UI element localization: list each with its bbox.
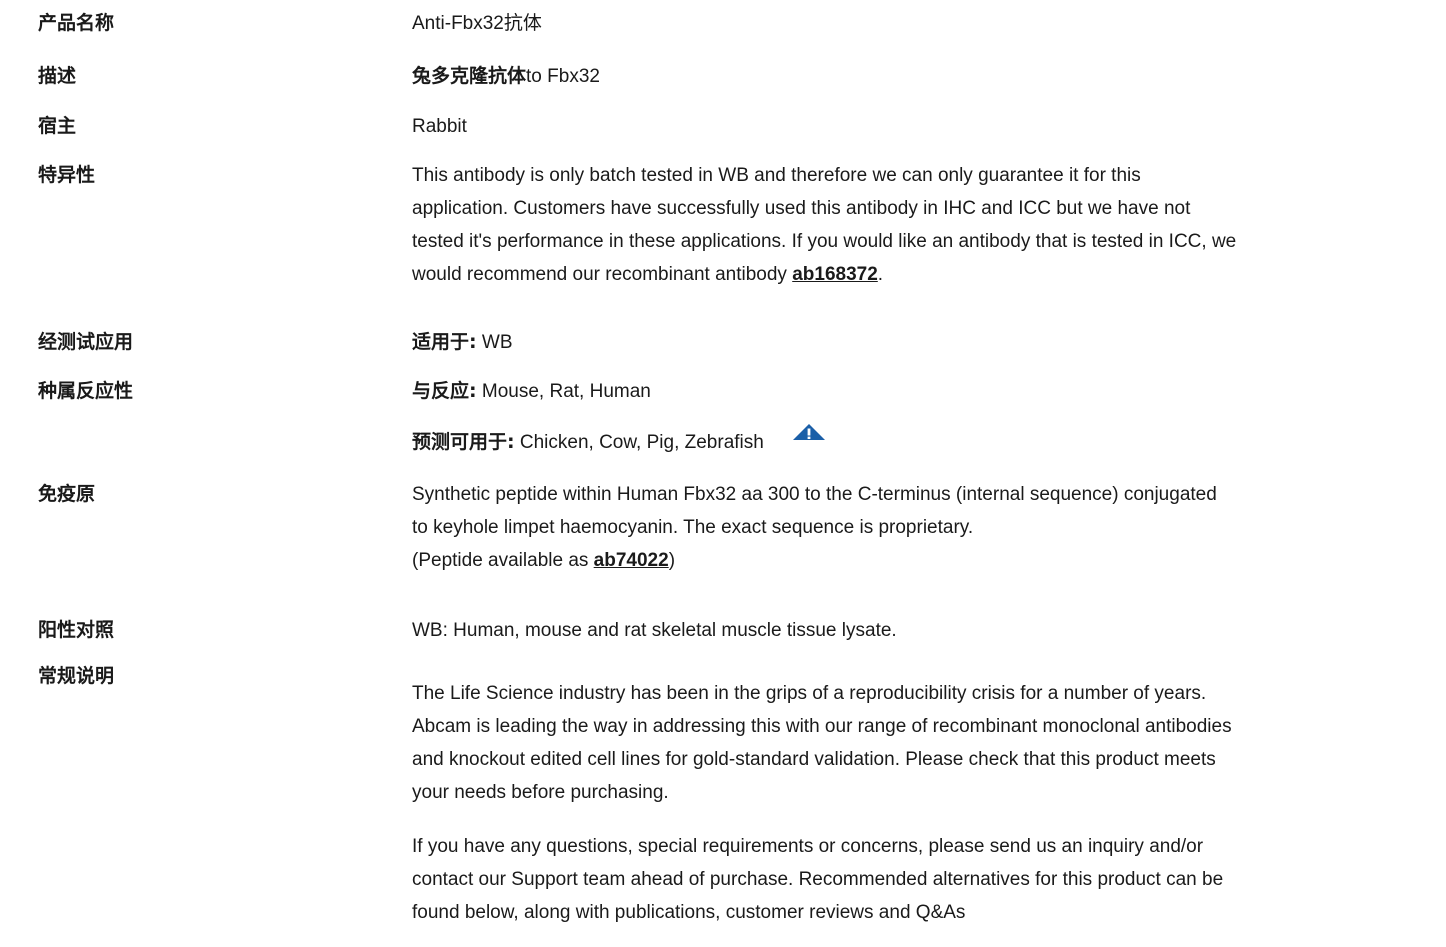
host-value: Rabbit xyxy=(412,116,467,137)
positive-control-value: WB: Human, mouse and rat skeletal muscle… xyxy=(412,620,897,641)
general-notes-line: and knockout edited cell lines for gold-… xyxy=(412,749,1216,770)
general-notes-line: found below, along with publications, cu… xyxy=(412,902,966,923)
product-name-value: Anti-Fbx32抗体 xyxy=(412,13,542,34)
tested-applications-bold: 适用于: xyxy=(412,331,477,353)
immunogen-peptide-line: (Peptide available as ab74022) xyxy=(412,544,1446,577)
description-value: 兔多克隆抗体to Fbx32 xyxy=(412,60,1446,93)
general-notes-label: 常规说明 xyxy=(38,665,115,687)
tested-applications-text: WB xyxy=(476,332,513,353)
specificity-label: 特异性 xyxy=(38,164,96,186)
predicted-value: 预测可用于: Chicken, Cow, Pig, Zebrafish xyxy=(412,424,1446,459)
description-text: to Fbx32 xyxy=(526,66,600,87)
description-label: 描述 xyxy=(38,65,77,87)
specificity-line: application. Customers have successfully… xyxy=(412,198,1191,219)
specificity-line: This antibody is only batch tested in WB… xyxy=(412,165,1141,186)
immunogen-value: Synthetic peptide within Human Fbx32 aa … xyxy=(412,478,1446,577)
species-reactivity-label: 种属反应性 xyxy=(38,380,134,402)
specificity-last-line: would recommend our recombinant antibody… xyxy=(412,258,1446,291)
ab168372-link[interactable]: ab168372 xyxy=(792,264,878,285)
specificity-last-prefix: would recommend our recombinant antibody xyxy=(412,264,793,285)
specificity-value: This antibody is only batch tested in WB… xyxy=(412,159,1446,291)
reacts-with-bold: 与反应: xyxy=(412,380,477,402)
specificity-line: tested it's performance in these applica… xyxy=(412,231,1237,252)
general-notes-line: The Life Science industry has been in th… xyxy=(412,683,1207,704)
reacts-with-value: 与反应: Mouse, Rat, Human xyxy=(412,375,1446,408)
general-notes-para-2-body: If you have any questions, special requi… xyxy=(412,830,1446,929)
tested-applications-label: 经测试应用 xyxy=(38,331,134,353)
immunogen-label: 免疫原 xyxy=(38,483,96,505)
general-notes-para-1-body: The Life Science industry has been in th… xyxy=(412,677,1446,809)
description-bold: 兔多克隆抗体 xyxy=(412,65,527,87)
general-notes-line: Abcam is leading the way in addressing t… xyxy=(412,716,1232,737)
warning-triangle-icon[interactable] xyxy=(792,419,826,452)
product-name-label: 产品名称 xyxy=(38,12,115,34)
general-notes-line: If you have any questions, special requi… xyxy=(412,836,1204,857)
product-datasheet: 产品名称 Anti-Fbx32抗体 描述 兔多克隆抗体to Fbx32 宿主 R… xyxy=(0,0,1446,947)
general-notes-line: contact our Support team ahead of purcha… xyxy=(412,869,1224,890)
predicted-text: Chicken, Cow, Pig, Zebrafish xyxy=(514,432,764,453)
positive-control-label: 阳性对照 xyxy=(38,619,115,641)
specificity-last-suffix: . xyxy=(877,264,884,285)
general-notes-line: your needs before purchasing. xyxy=(412,782,669,803)
ab74022-link[interactable]: ab74022 xyxy=(594,550,669,571)
peptide-prefix: (Peptide available as xyxy=(412,550,594,571)
immunogen-line: Synthetic peptide within Human Fbx32 aa … xyxy=(412,484,1217,505)
peptide-suffix: ) xyxy=(668,550,676,571)
tested-applications-value: 适用于: WB xyxy=(412,326,1446,359)
host-label: 宿主 xyxy=(38,115,77,137)
reacts-with-text: Mouse, Rat, Human xyxy=(476,381,651,402)
predicted-bold: 预测可用于: xyxy=(412,431,515,453)
immunogen-line: to keyhole limpet haemocyanin. The exact… xyxy=(412,517,974,538)
